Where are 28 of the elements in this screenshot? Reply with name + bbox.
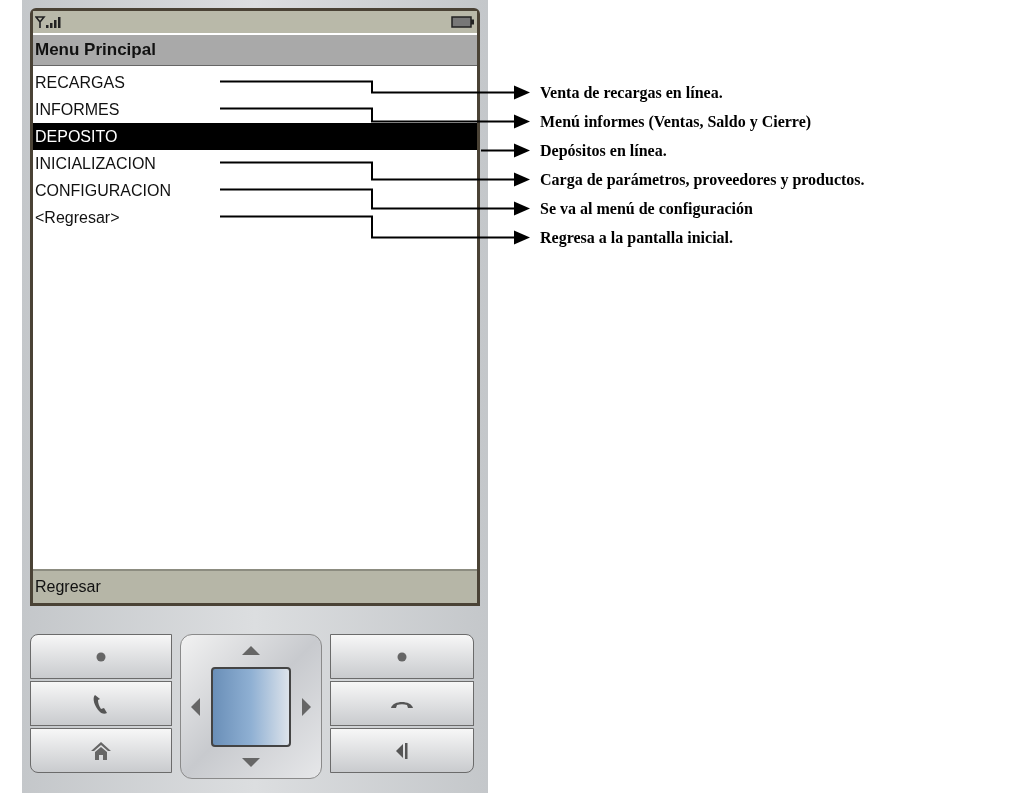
left-arrow-icon xyxy=(191,697,200,716)
phone-icon xyxy=(92,692,110,715)
home-icon xyxy=(90,740,112,761)
right-arrow-icon xyxy=(302,697,311,716)
call-button[interactable] xyxy=(30,681,172,726)
battery-icon xyxy=(451,16,475,28)
select-key[interactable] xyxy=(211,666,291,747)
back-button[interactable] xyxy=(330,728,474,773)
annotation-text: Carga de parámetros, proveedores y productos. xyxy=(540,169,865,191)
annotation-text: Se va al menú de configuración xyxy=(540,198,754,220)
up-arrow-icon xyxy=(242,645,260,655)
annotation-text: Venta de recargas en línea. xyxy=(540,82,724,104)
annotation-text: Regresa a la pantalla inicial. xyxy=(540,227,735,249)
directional-pad[interactable] xyxy=(180,634,322,779)
down-arrow-icon xyxy=(242,758,260,768)
dot-icon xyxy=(96,651,106,662)
end-call-button[interactable] xyxy=(330,681,474,726)
back-icon xyxy=(395,740,409,761)
screen-title: Menu Principal xyxy=(33,35,477,66)
right-softkey-button[interactable] xyxy=(330,634,474,679)
left-softkey-button[interactable] xyxy=(30,634,172,679)
leader-arrow xyxy=(480,143,530,158)
annotation-text: Menú informes (Ventas, Saldo y Cierre) xyxy=(540,111,813,133)
softkey-bar[interactable]: Regresar xyxy=(33,569,477,603)
annotation-text: Depósitos en línea. xyxy=(540,140,668,162)
menu-item[interactable]: DEPOSITO xyxy=(33,123,477,150)
home-button[interactable] xyxy=(30,728,172,773)
dot-icon xyxy=(397,651,407,662)
